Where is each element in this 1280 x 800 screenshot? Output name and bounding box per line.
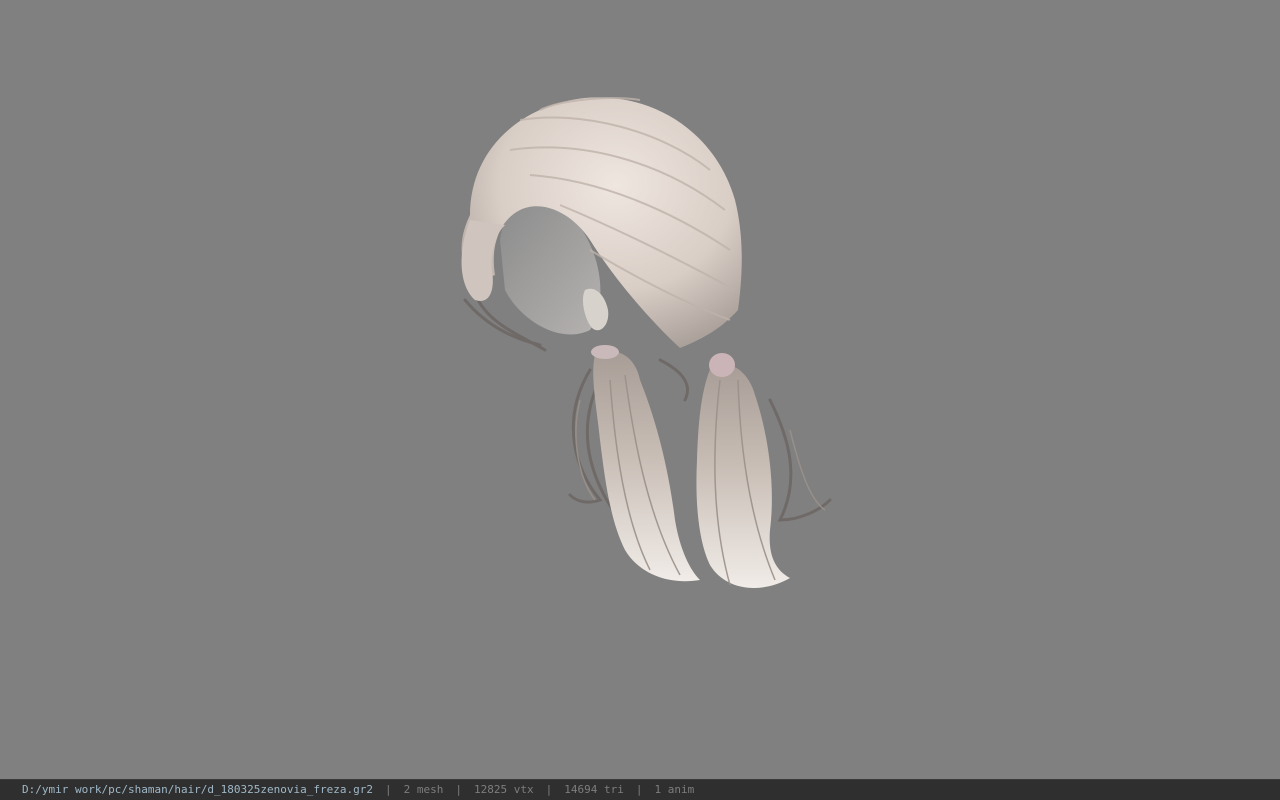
ponytail-left bbox=[593, 351, 700, 582]
3d-viewport[interactable] bbox=[0, 0, 1280, 779]
animation-count: 1 anim bbox=[654, 783, 695, 796]
separator: | bbox=[385, 783, 392, 796]
hair-fringe-left bbox=[461, 220, 505, 301]
hair-model-render[interactable] bbox=[0, 0, 1280, 779]
mesh-count: 2 mesh bbox=[403, 783, 444, 796]
separator: | bbox=[455, 783, 462, 796]
status-bar: D:/ymir work/pc/shaman/hair/d_180325zeno… bbox=[0, 779, 1280, 800]
vertex-count: 12825 vtx bbox=[474, 783, 534, 796]
separator: | bbox=[545, 783, 553, 796]
hair-tie-right bbox=[709, 353, 735, 377]
triangle-count: 14694 tri bbox=[564, 783, 624, 796]
hair-tie-left bbox=[591, 345, 619, 359]
separator: | bbox=[635, 783, 643, 796]
file-path: D:/ymir work/pc/shaman/hair/d_180325zeno… bbox=[22, 783, 373, 796]
ponytail-right bbox=[696, 363, 790, 588]
